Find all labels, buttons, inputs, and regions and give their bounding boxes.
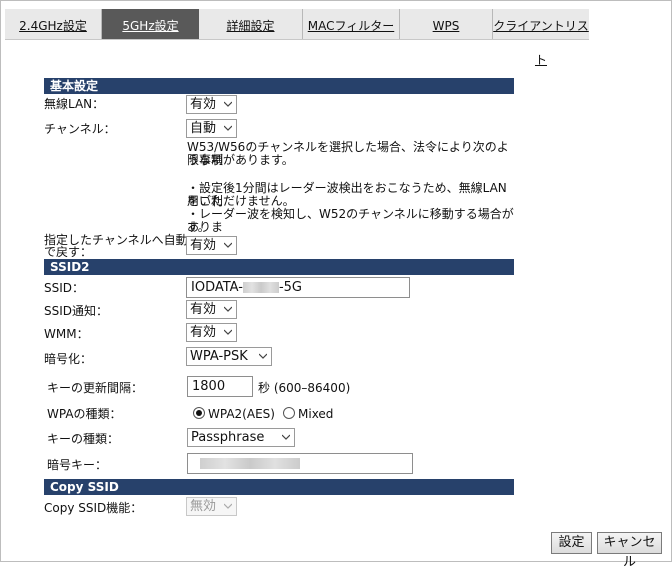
- key-type-value: Passphrase: [191, 430, 265, 445]
- chevron-down-icon: [224, 329, 232, 335]
- channel-note-line-6: す。: [187, 220, 210, 234]
- wmm-label: WMM：: [44, 327, 89, 341]
- mixed-radio-label: Mixed: [298, 407, 334, 421]
- chevron-down-icon: [224, 242, 232, 248]
- channel-select[interactable]: 自動: [186, 119, 237, 138]
- ssid-broadcast-value: 有効: [190, 302, 217, 317]
- tab-5ghz-settings[interactable]: 5GHz設定: [102, 9, 199, 39]
- key-interval-input[interactable]: 1800: [187, 376, 253, 397]
- auto-return-value: 有効: [190, 238, 217, 253]
- ssid-broadcast-label: SSID通知：: [44, 304, 109, 318]
- chevron-down-icon: [282, 434, 290, 440]
- ssid-label: SSID：: [44, 281, 85, 295]
- ssid-prefix: IODATA-: [191, 280, 243, 295]
- wpa-type-label: WPAの種類：: [47, 407, 122, 421]
- copy-ssid-label: Copy SSID機能：: [44, 501, 143, 515]
- basic-settings-header: 基本設定: [44, 78, 514, 94]
- tab-mac-filter[interactable]: MACフィルター: [303, 9, 400, 39]
- wmm-select[interactable]: 有効: [186, 323, 237, 342]
- wireless-lan-select[interactable]: 有効: [186, 95, 237, 114]
- key-interval-unit: 秒 (600–86400): [258, 381, 351, 395]
- chevron-down-icon: [224, 125, 232, 131]
- ssid-input[interactable]: IODATA- -5G: [186, 277, 410, 298]
- copy-ssid-header: Copy SSID: [44, 479, 514, 495]
- encryption-key-redacted: [200, 458, 300, 469]
- tab-wps[interactable]: WPS: [400, 9, 493, 39]
- chevron-down-icon: [224, 306, 232, 312]
- ssid-redacted: [242, 282, 279, 293]
- ssid-suffix: -5G: [278, 280, 303, 295]
- key-type-label: キーの種類：: [47, 432, 120, 446]
- chevron-down-icon: [224, 503, 232, 509]
- mixed-radio[interactable]: [283, 407, 295, 419]
- channel-note-line-2: 限事項があります。: [187, 153, 294, 167]
- encryption-select[interactable]: WPA-PSK: [186, 347, 272, 366]
- auto-return-label-2: で戻す：: [44, 245, 93, 259]
- cancel-button[interactable]: キャンセル: [597, 532, 662, 570]
- wpa2-aes-radio-label: WPA2(AES): [208, 407, 275, 421]
- copy-ssid-select: 無効: [186, 497, 237, 516]
- chevron-down-icon: [224, 101, 232, 107]
- encryption-value: WPA-PSK: [190, 349, 248, 364]
- tab-bar: 2.4GHz設定 5GHz設定 詳細設定 MACフィルター WPS クライアント…: [5, 9, 589, 67]
- ssid2-header: SSID2: [44, 259, 514, 275]
- channel-value: 自動: [190, 121, 217, 136]
- encryption-label: 暗号化：: [44, 352, 93, 366]
- wireless-lan-label: 無線LAN：: [44, 97, 105, 111]
- tab-2-4ghz-settings[interactable]: 2.4GHz設定: [5, 9, 102, 39]
- wmm-value: 有効: [190, 325, 217, 340]
- auto-return-select[interactable]: 有効: [186, 236, 237, 255]
- apply-button[interactable]: 設定: [551, 532, 592, 554]
- ssid-broadcast-select[interactable]: 有効: [186, 300, 237, 319]
- channel-label: チャンネル：: [44, 122, 116, 136]
- encryption-key-input[interactable]: [187, 453, 413, 474]
- copy-ssid-value: 無効: [190, 499, 217, 514]
- key-type-select[interactable]: Passphrase: [187, 428, 295, 447]
- wpa2-aes-radio[interactable]: [193, 407, 205, 419]
- chevron-down-icon: [259, 353, 267, 359]
- wireless-lan-value: 有効: [190, 97, 217, 112]
- encryption-key-label: 暗号キー：: [47, 458, 108, 472]
- tab-advanced-settings[interactable]: 詳細設定: [199, 9, 303, 39]
- key-interval-label: キーの更新間隔：: [47, 381, 144, 395]
- router-settings-panel: 2.4GHz設定 5GHz設定 詳細設定 MACフィルター WPS クライアント…: [0, 0, 672, 570]
- tab-client-list[interactable]: クライアントリスト: [493, 9, 589, 67]
